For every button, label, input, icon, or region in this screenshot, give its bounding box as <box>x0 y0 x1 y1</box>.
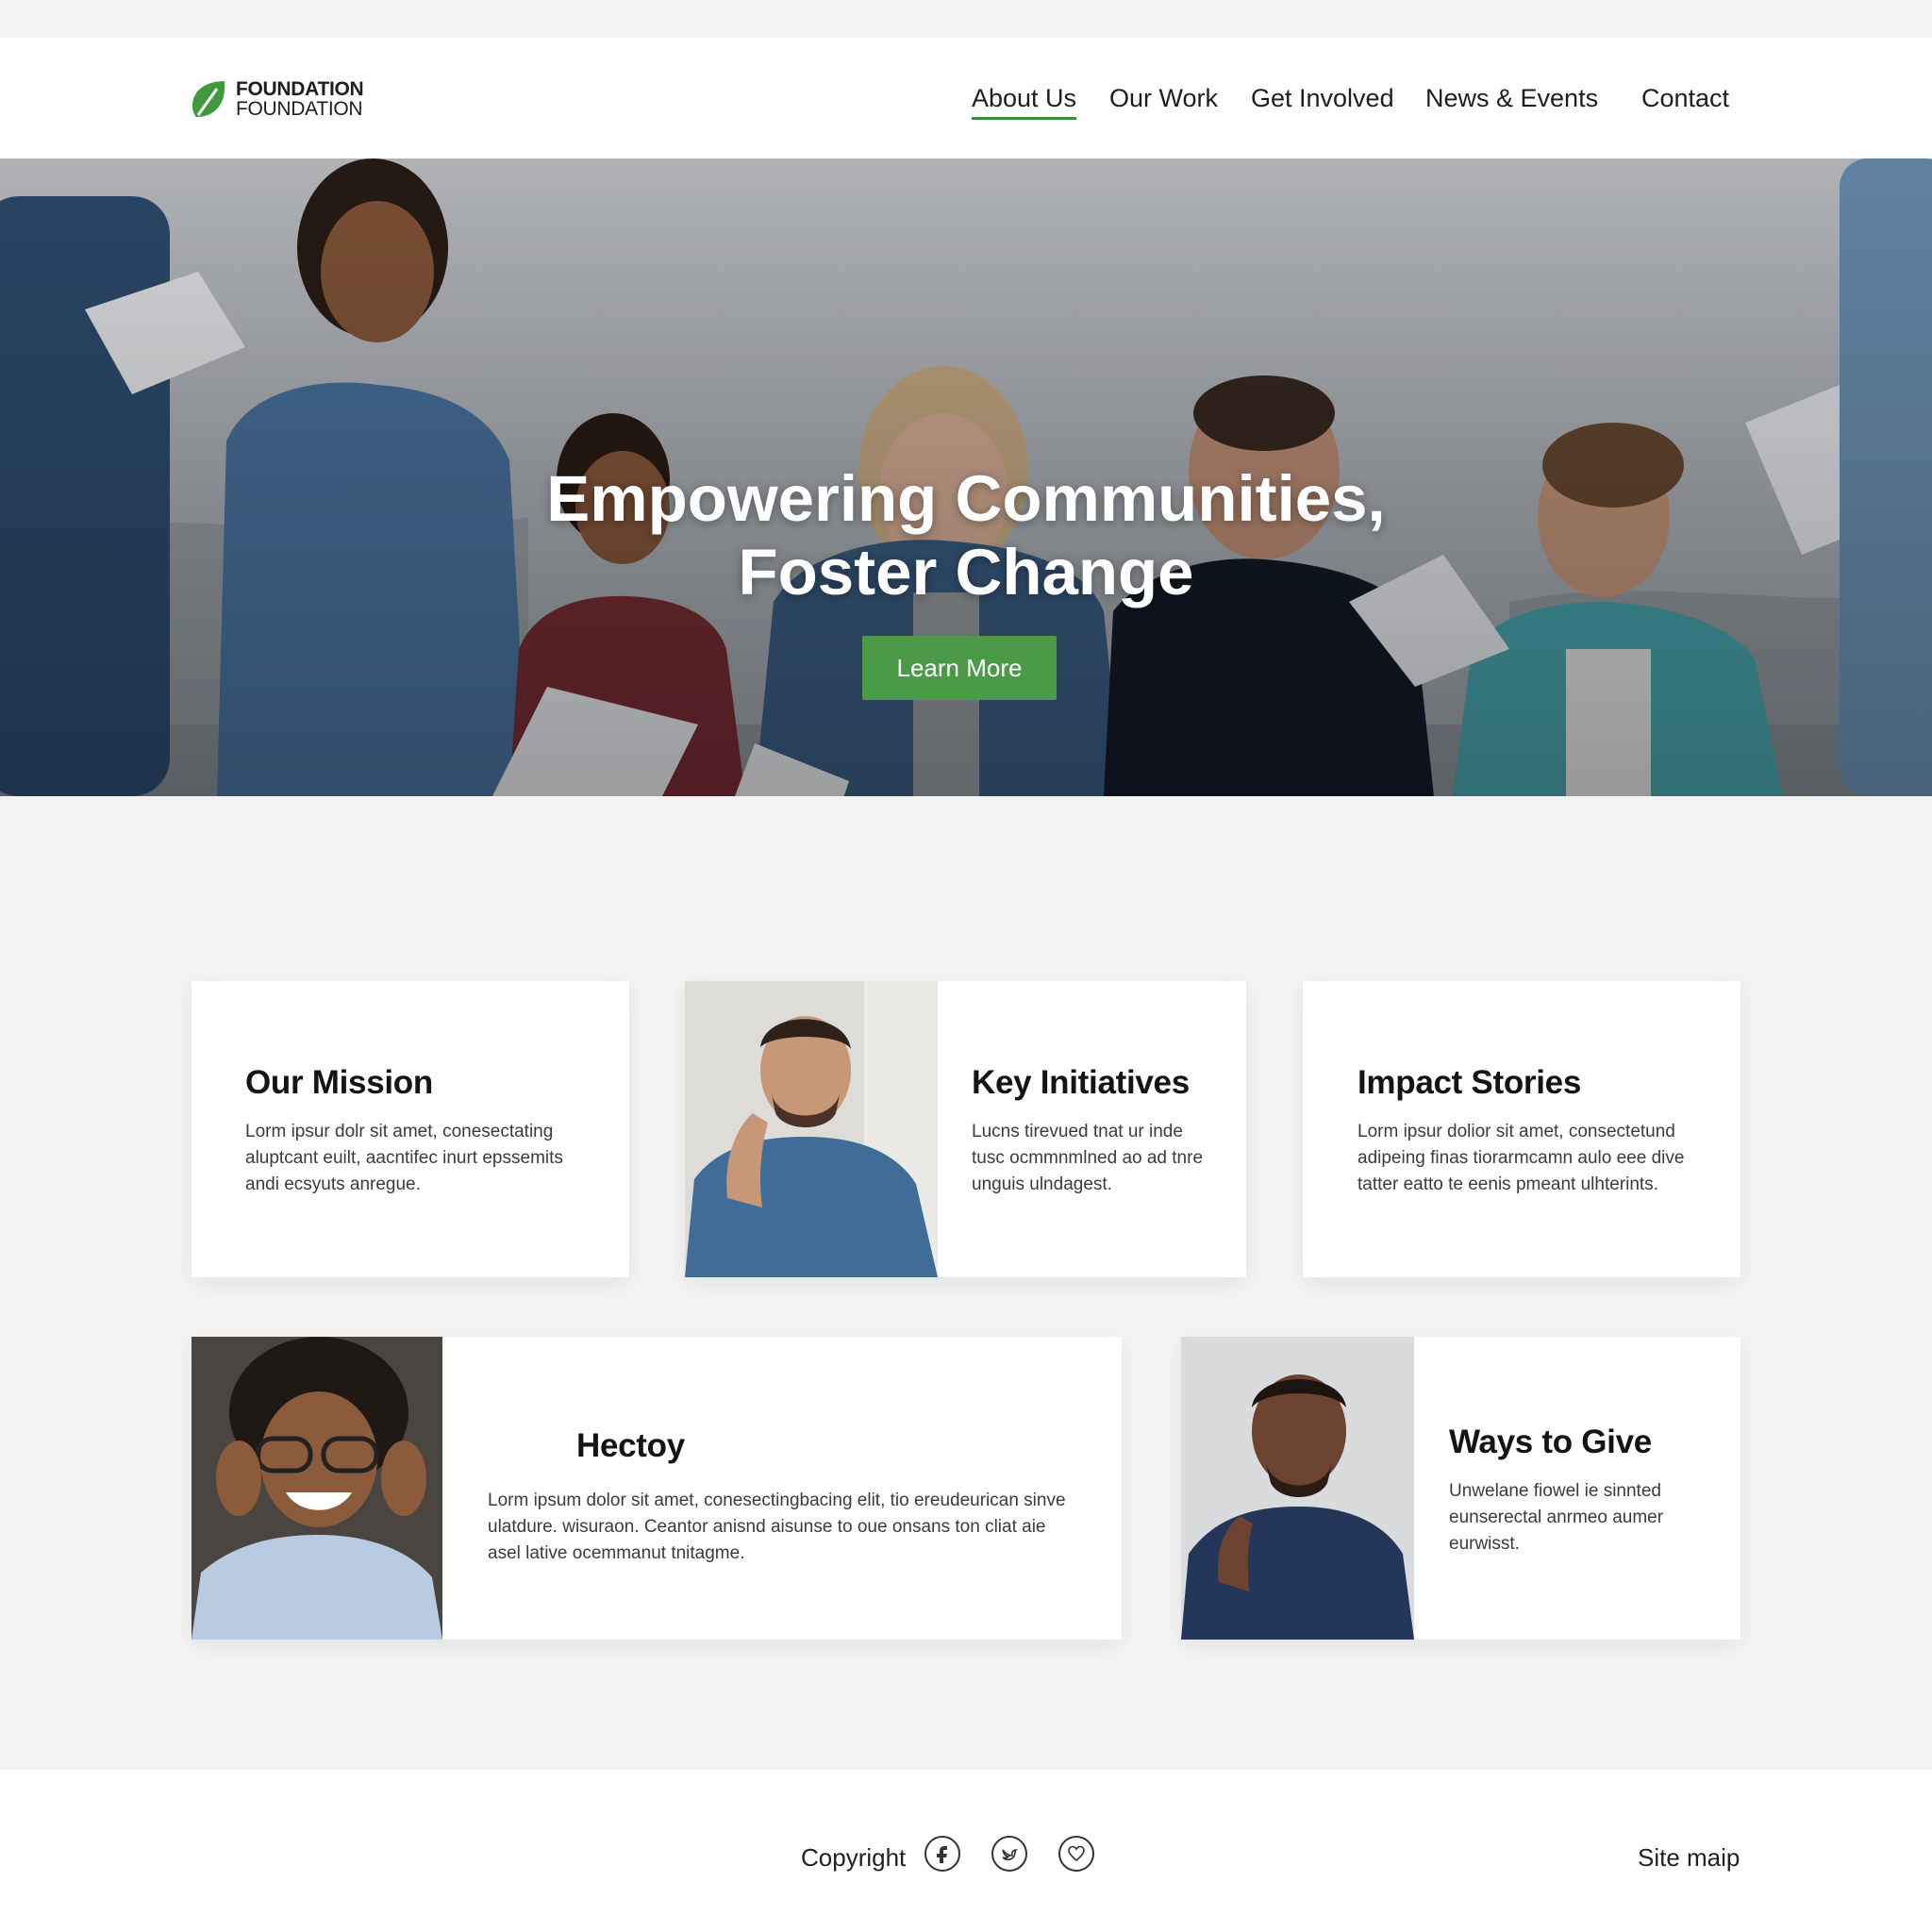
hectoy-title: Hectoy <box>576 1427 685 1464</box>
impact-text: Lorm ipsur dolior sit amet, consectetund… <box>1357 1122 1685 1194</box>
initiatives-photo <box>685 981 938 1277</box>
give-text: Unwelane fiowel ie sinnted eunserectal a… <box>1449 1481 1664 1554</box>
initiatives-text: Lucns tirevued tnat ur inde tusc ocmmnml… <box>972 1122 1204 1194</box>
learn-more-button[interactable]: Learn More <box>862 636 1057 700</box>
initiatives-card[interactable]: Key Initiatives Lucns tirevued tnat ur i… <box>685 981 1246 1277</box>
portrait-man-glasses <box>192 1337 442 1640</box>
mission-title: Our Mission <box>245 1064 433 1101</box>
hero-title-line-1: Empowering Communities, <box>546 462 1386 535</box>
nav-item-about-us[interactable]: About Us <box>972 38 1077 158</box>
portrait-man-denim <box>685 981 938 1277</box>
twitter-icon[interactable] <box>991 1836 1027 1872</box>
impact-title: Impact Stories <box>1357 1064 1581 1101</box>
hectoy-photo <box>192 1337 442 1640</box>
hero-title: Empowering Communities, Foster Change <box>0 462 1932 609</box>
site-footer: Copyright Site maip <box>0 1770 1932 1932</box>
copyright-text: Copyright <box>801 1843 907 1872</box>
nav-item-news-events[interactable]: News & Events <box>1425 38 1598 158</box>
give-card[interactable]: Ways to Give Unwelane fiowel ie sinnted … <box>1181 1337 1740 1640</box>
impact-card[interactable]: Impact Stories Lorm ipsur dolior sit ame… <box>1303 981 1740 1277</box>
site-header: FOUNDATION FOUNDATION About Us Our Work … <box>0 38 1932 158</box>
nav-item-contact[interactable]: Contact <box>1641 38 1729 158</box>
give-photo <box>1181 1337 1414 1640</box>
main-nav: About Us Our Work Get Involved News & Ev… <box>0 38 1932 158</box>
nav-item-our-work[interactable]: Our Work <box>1109 38 1218 158</box>
heart-icon[interactable] <box>1058 1836 1094 1872</box>
hectoy-text: Lorm ipsum dolor sit amet, conesectingba… <box>488 1491 1066 1563</box>
mission-card[interactable]: Our Mission Lorm ipsur dolr sit amet, co… <box>192 981 629 1277</box>
hectoy-card[interactable]: Hectoy Lorm ipsum dolor sit amet, conese… <box>192 1337 1122 1640</box>
portrait-man-navy-shirt <box>1181 1337 1414 1640</box>
hero-title-line-2: Foster Change <box>738 536 1194 608</box>
mission-text: Lorm ipsur dolr sit amet, conesectating … <box>245 1122 563 1194</box>
sitemap-link[interactable]: Site maip <box>1638 1843 1740 1873</box>
give-title: Ways to Give <box>1449 1424 1652 1460</box>
initiatives-title: Key Initiatives <box>972 1064 1190 1101</box>
facebook-icon[interactable] <box>924 1836 960 1872</box>
nav-item-get-involved[interactable]: Get Involved <box>1251 38 1394 158</box>
hero-banner: Empowering Communities, Foster Change Le… <box>0 158 1932 796</box>
